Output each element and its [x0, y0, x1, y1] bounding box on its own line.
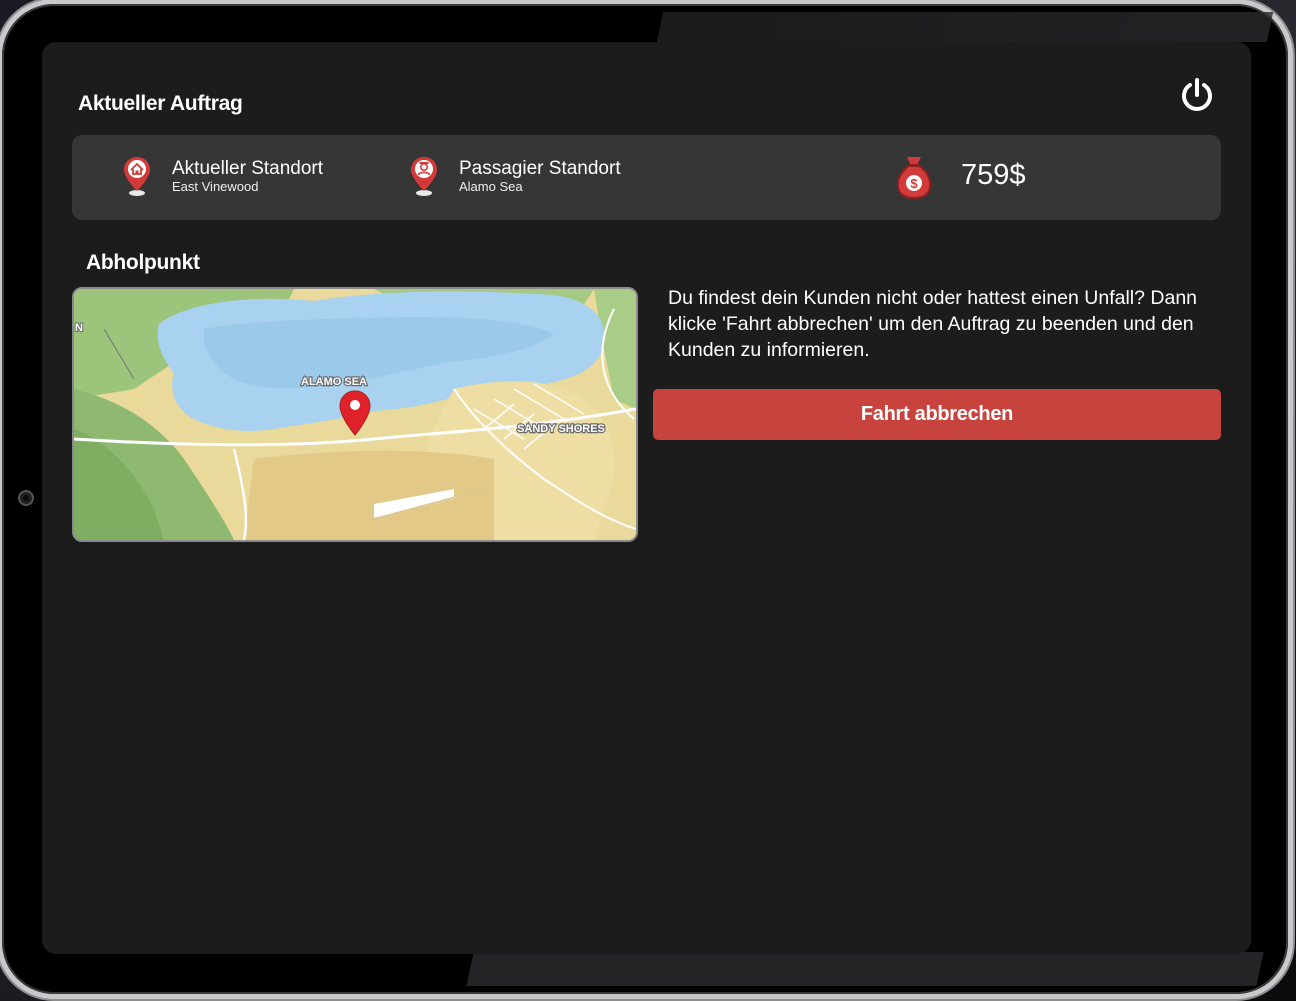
camera-icon — [18, 490, 34, 506]
frame-reflection-bottom — [466, 952, 1264, 986]
home-pin-icon — [122, 155, 152, 197]
passenger-location-label: Passagier Standort — [459, 158, 621, 179]
pickup-map[interactable]: ALAMO SEA SANDY SHORES N — [72, 287, 638, 542]
map-label-sandy-shores: SANDY SHORES — [517, 423, 605, 435]
passenger-location-value: Alamo Sea — [459, 179, 523, 194]
power-icon[interactable] — [1178, 76, 1216, 114]
map-label-alamo-sea: ALAMO SEA — [301, 376, 367, 388]
money-bag-icon: $ — [894, 153, 934, 201]
current-location-value: East Vinewood — [172, 179, 259, 194]
map-label-north: N — [75, 322, 83, 334]
pickup-title: Abholpunkt — [86, 251, 200, 274]
person-pin-icon — [409, 155, 439, 197]
page-title: Aktueller Auftrag — [78, 92, 243, 115]
help-text: Du findest dein Kunden nicht oder hattes… — [668, 287, 1198, 361]
cancel-ride-button[interactable]: Fahrt abbrechen — [653, 389, 1221, 440]
svg-text:$: $ — [910, 176, 918, 191]
current-location-label: Aktueller Standort — [172, 158, 324, 179]
tablet-screen: Aktueller Auftrag Aktueller Standort Eas… — [42, 42, 1251, 954]
order-info-bar: Aktueller Standort East Vinewood Passagi… — [72, 135, 1221, 220]
fare-value: 759$ — [961, 159, 1026, 191]
frame-reflection — [656, 12, 1274, 42]
